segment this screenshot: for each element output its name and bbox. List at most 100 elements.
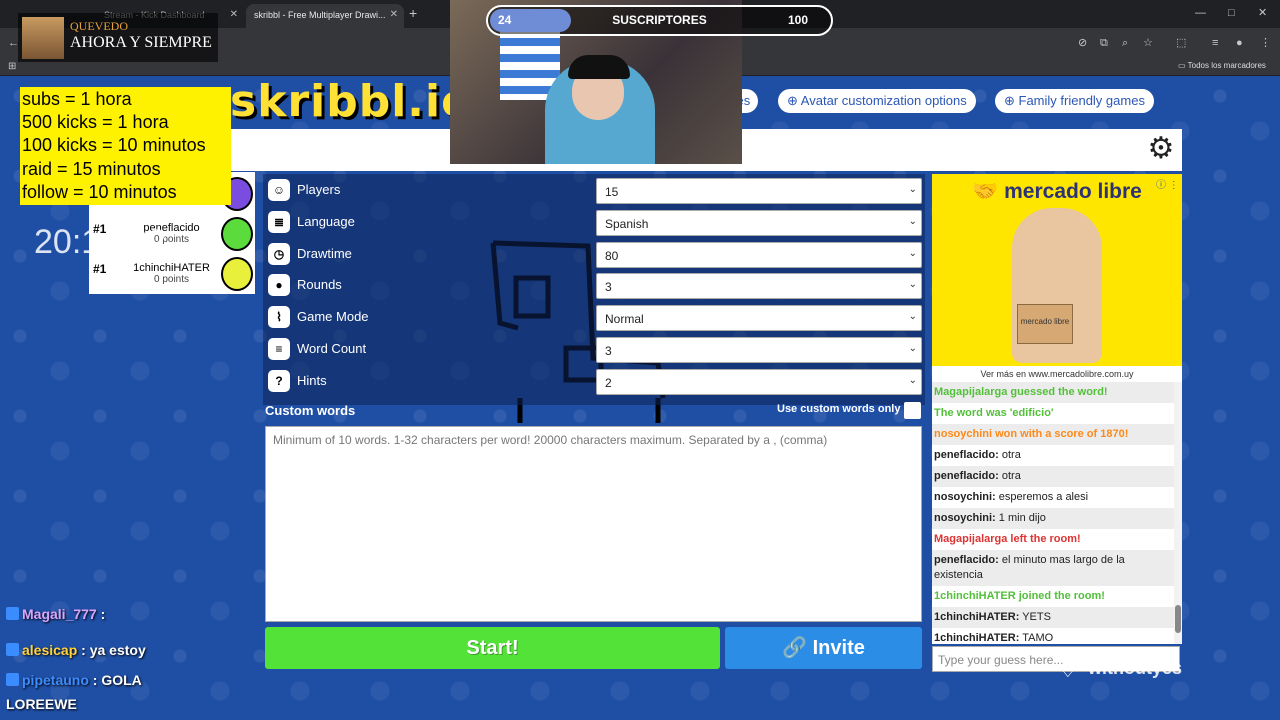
tab-label: skribbl - Free Multiplayer Drawi... <box>254 10 386 20</box>
all-bookmarks[interactable]: ▭ Todos los marcadores <box>1178 61 1266 70</box>
setting-select[interactable]: 15 ⌄ <box>596 178 922 204</box>
maximize-icon[interactable]: □ <box>1228 6 1235 20</box>
avatar <box>221 217 253 251</box>
extensions-icon[interactable]: ⬚ <box>1176 36 1186 50</box>
link-icon: 🔗 <box>782 637 813 659</box>
invite-button[interactable]: 🔗 Invite <box>725 627 922 669</box>
star-icon[interactable]: ☆ <box>1143 36 1153 50</box>
use-custom-words-checkbox[interactable] <box>904 402 921 419</box>
setting-select[interactable]: 3 ⌄ <box>596 273 922 300</box>
menu-icon[interactable]: ⋮ <box>1260 36 1271 50</box>
chat-scrollbar-thumb[interactable] <box>1175 605 1181 633</box>
setting-select[interactable]: 3 ⌄ <box>596 337 922 363</box>
ad-box: mercado libre <box>1017 304 1073 344</box>
chat-username: peneflacido: <box>934 470 999 482</box>
album-art <box>22 17 64 59</box>
chat-message: peneflacido: otra <box>932 445 1174 466</box>
use-custom-words-label: Use custom words only <box>777 403 901 415</box>
custom-words-textarea[interactable]: Minimum of 10 words. 1-32 characters per… <box>265 426 922 622</box>
chat-message: 1chinchiHATER joined the room! <box>932 586 1174 607</box>
setting-value: 3 <box>605 344 612 358</box>
now-playing-widget: QUEVEDO AHORA Y SIEMPRE <box>18 13 218 62</box>
wordcount-icon: ≡ <box>268 338 290 360</box>
settings-gear-icon[interactable]: ⚙ <box>1145 133 1177 165</box>
media-icon[interactable]: ≡ <box>1212 36 1218 50</box>
stream-chat-user: alesicap <box>22 642 78 658</box>
question-icon: ? <box>268 369 290 392</box>
rule-line: 500 kicks = 1 hora <box>22 112 169 132</box>
avatar-customization-link[interactable]: ⊕ Avatar customization options <box>778 89 976 113</box>
stream-chat-user: Magali_777 <box>22 606 97 622</box>
setting-row-game-mode: ⌇ Game Mode Normal ⌄ <box>263 302 925 332</box>
stream-chat-line: pipetauno : GOLA <box>6 672 142 688</box>
start-button[interactable]: Start! <box>265 627 720 669</box>
streamer-hat <box>568 55 630 79</box>
stream-chat-user: pipetauno <box>22 672 89 688</box>
apps-icon[interactable]: ⊞ <box>8 60 16 74</box>
language-icon: ≣ <box>268 210 290 233</box>
chat-system-text: Magapijalarga left the room! <box>934 533 1081 545</box>
player-points: 0 points <box>153 274 190 285</box>
badge-icon <box>6 673 19 686</box>
plus-circle-icon: ⊕ <box>787 93 801 108</box>
chevron-down-icon: ⌄ <box>908 215 917 227</box>
rule-line: 100 kicks = 10 minutos <box>22 135 206 155</box>
watermark: withoutyes <box>1088 658 1183 678</box>
stream-chat-text: LOREEWE <box>6 696 77 712</box>
chat-username: nosoychini: <box>934 491 996 503</box>
profile-icon[interactable]: ● <box>1236 36 1243 50</box>
rule-line: subs = 1 hora <box>22 89 132 109</box>
badge-icon <box>6 643 19 656</box>
chevron-down-icon: ⌄ <box>908 279 917 291</box>
person-icon: ☺ <box>268 179 290 201</box>
chat-text: otra <box>1001 470 1021 482</box>
chat-username: nosoychini: <box>934 512 996 524</box>
setting-label: Game Mode <box>297 309 369 325</box>
rule-line: raid = 15 minutos <box>22 159 161 179</box>
family-friendly-link[interactable]: ⊕ Family friendly games <box>995 89 1154 113</box>
stream-chat-line: alesicap : ya estoy <box>6 642 146 658</box>
setting-value: Spanish <box>605 216 649 231</box>
new-tab-button[interactable]: + <box>409 6 417 20</box>
chat-message: peneflacido: el minuto mas largo de la e… <box>932 550 1174 586</box>
close-tab-icon[interactable]: ✕ <box>230 9 238 20</box>
close-tab-icon[interactable]: ✕ <box>390 9 398 20</box>
setting-select[interactable]: Normal ⌄ <box>596 305 922 332</box>
setting-label: Language <box>297 213 355 229</box>
stream-chat-sep: : <box>77 642 86 658</box>
chat-system-text: Magapijalarga guessed the word! <box>934 386 1108 398</box>
ad-url[interactable]: Ver más en www.mercadolibre.com.uy <box>932 366 1182 382</box>
chat-message: nosoychini won with a score of 1870! <box>932 424 1174 445</box>
chat-username: peneflacido: <box>934 554 999 566</box>
chat-message: The word was 'edificio' <box>932 403 1174 424</box>
setting-value: Normal <box>605 312 644 327</box>
player-name: 1chinchiHATER <box>133 262 210 274</box>
zoom-icon[interactable]: ⌕ <box>1122 36 1128 50</box>
translate-icon[interactable]: ⧉ <box>1100 36 1108 50</box>
chat-text: esperemos a alesi <box>998 491 1089 503</box>
eye-off-icon[interactable]: ⊘ <box>1078 36 1087 50</box>
setting-select[interactable]: 2 ⌄ <box>596 368 922 395</box>
chat-username: 1chinchiHATER: <box>934 611 1020 623</box>
stream-chat-line: Magali_777 : <box>6 606 105 622</box>
setting-select[interactable]: Spanish ⌄ <box>596 209 922 236</box>
close-window-icon[interactable]: ✕ <box>1258 6 1267 20</box>
subathon-rules: subs = 1 hora 500 kicks = 1 hora 100 kic… <box>20 87 231 205</box>
chevron-down-icon: ⌄ <box>908 343 917 354</box>
badge-icon <box>6 607 19 620</box>
setting-select[interactable]: 80 ⌄ <box>596 241 922 268</box>
song-artist: QUEVEDO <box>70 19 128 33</box>
rule-line: follow = 10 minutos <box>22 182 177 202</box>
minimize-icon[interactable]: — <box>1195 6 1206 20</box>
chat-message: nosoychini: esperemos a alesi <box>932 487 1174 508</box>
handshake-icon: 🤝 <box>972 180 1005 203</box>
stream-chat-text: ya estoy <box>85 642 146 658</box>
browser-tab-skribbl[interactable]: skribbl - Free Multiplayer Drawi... ✕ <box>246 4 404 28</box>
chat-text: YETS <box>1022 611 1051 623</box>
clock-icon: ◷ <box>268 242 290 265</box>
setting-row-word-count: ≡ Word Count 3 ⌄ <box>263 334 925 364</box>
chat-system-text: The word was 'edificio' <box>934 407 1054 419</box>
chat-message: nosoychini: 1 min dijo <box>932 508 1174 529</box>
setting-label: Players <box>297 182 341 197</box>
advertisement[interactable]: ⓘ ⋮ 🤝 mercado libre mercado libre Ver má… <box>932 174 1182 382</box>
